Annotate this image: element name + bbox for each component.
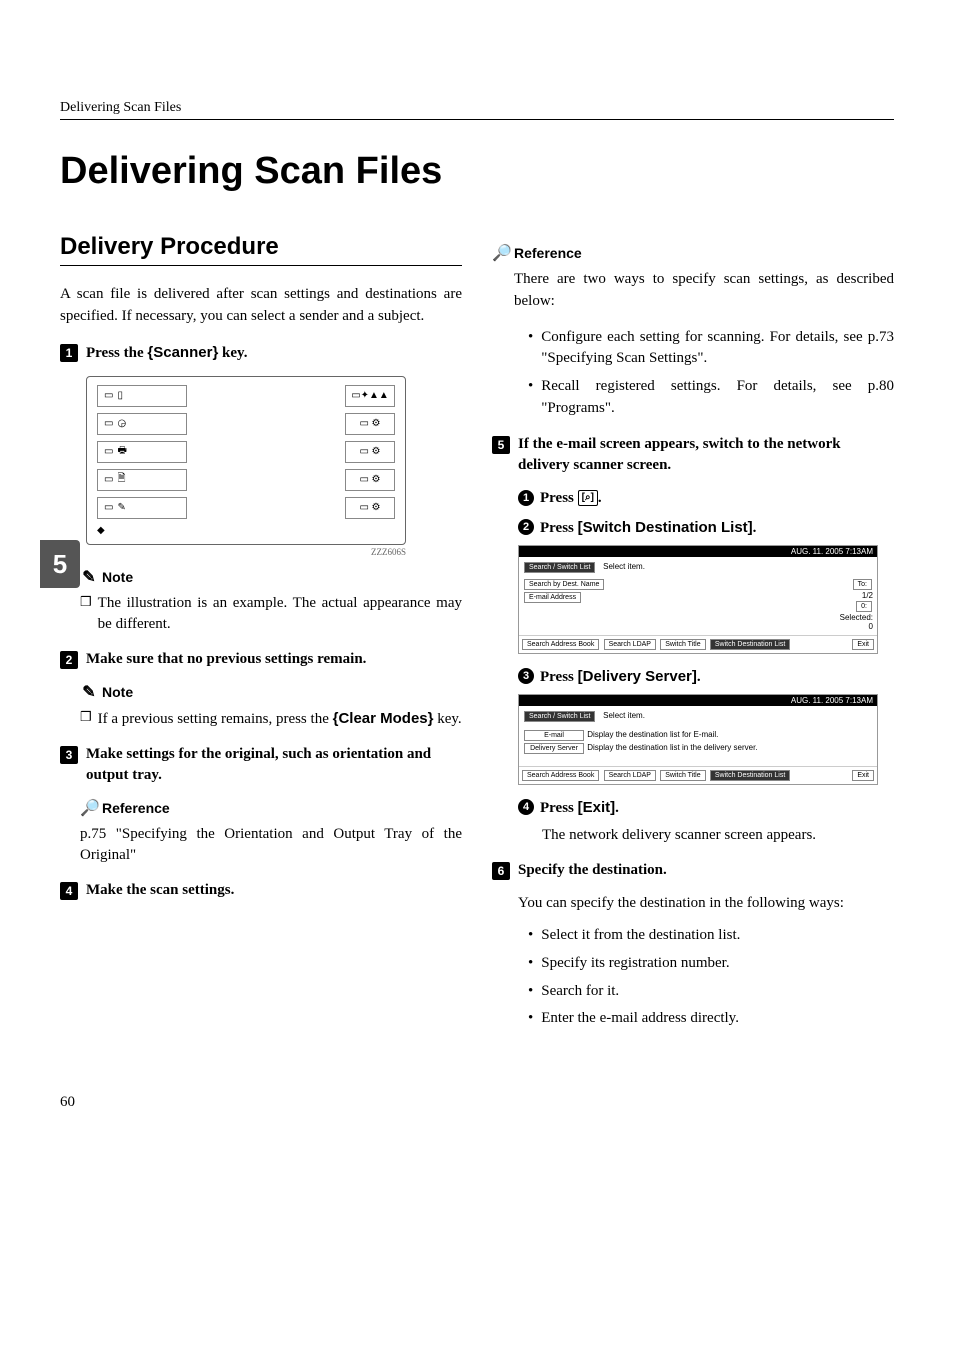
magnifier-icon: 🔎 — [492, 243, 510, 263]
note-heading: ✎ Note — [80, 567, 462, 587]
step-text: If the e-mail screen appears, switch to … — [518, 434, 894, 476]
step-5: 5 If the e-mail screen appears, switch t… — [492, 434, 894, 476]
substep-result: The network delivery scanner screen appe… — [542, 825, 894, 847]
note-text: ❒ If a previous setting remains, press t… — [80, 708, 462, 730]
step-number: 1 — [60, 344, 78, 362]
reference-intro: There are two ways to specify scan setti… — [514, 269, 894, 313]
list-item: •Recall registered settings. For details… — [528, 376, 894, 420]
step-4: 4 Make the scan settings. — [60, 880, 462, 901]
step-text: Make sure that no previous settings rema… — [86, 649, 462, 670]
step-number: 6 — [492, 862, 510, 880]
step-text: Make the scan settings. — [86, 880, 462, 901]
page-number: 60 — [60, 1094, 894, 1111]
control-panel-illustration: ▭▯▭✦▲▲ ▭◶▭ ⚙ ▭🖶▭ ⚙ ▭🗎▭ ⚙ ▭✎▭ ⚙ ◆ ZZZ606S — [86, 376, 406, 557]
substep-text: Press [Switch Destination List]. — [540, 517, 894, 539]
step-number: 5 — [492, 436, 510, 454]
substep-text: Press [⌕]. — [540, 488, 894, 509]
running-header: Delivering Scan Files — [60, 100, 894, 120]
substep-2: 2 Press [Switch Destination List]. — [518, 517, 894, 539]
illustration-caption: ZZZ606S — [86, 547, 406, 557]
pencil-icon: ✎ — [80, 682, 98, 702]
step-number: 2 — [60, 651, 78, 669]
step-number: 3 — [60, 746, 78, 764]
substep-number: 2 — [518, 519, 534, 535]
screenshot-delivery-server: AUG. 11. 2005 7:13AM Search / Switch Lis… — [518, 694, 878, 785]
reference-heading: 🔎 Reference — [80, 798, 462, 818]
step-text: Press the {Scanner} key. — [86, 342, 462, 364]
substep-number: 3 — [518, 668, 534, 684]
intro-paragraph: A scan file is delivered after scan sett… — [60, 284, 462, 328]
step-2: 2 Make sure that no previous settings re… — [60, 649, 462, 670]
section-heading: Delivery Procedure — [60, 233, 462, 266]
step-1: 1 Press the {Scanner} key. — [60, 342, 462, 364]
screenshot-switch-destination: AUG. 11. 2005 7:13AM Search / Switch Lis… — [518, 545, 878, 654]
substep-number: 1 — [518, 490, 534, 506]
substep-4: 4 Press [Exit]. — [518, 797, 894, 819]
step-text: Make settings for the original, such as … — [86, 744, 462, 786]
step-number: 4 — [60, 882, 78, 900]
substep-number: 4 — [518, 799, 534, 815]
note-heading: ✎ Note — [80, 682, 462, 702]
note-text: ❒The illustration is an example. The act… — [80, 593, 462, 635]
list-item: •Select it from the destination list. — [528, 925, 894, 947]
pencil-icon: ✎ — [80, 567, 98, 587]
magnifier-icon: 🔎 — [80, 798, 98, 818]
step-6: 6 Specify the destination. — [492, 860, 894, 881]
list-item: •Configure each setting for scanning. Fo… — [528, 327, 894, 371]
substep-text: Press [Exit]. — [540, 797, 894, 819]
list-item: •Specify its registration number. — [528, 953, 894, 975]
list-item: •Search for it. — [528, 981, 894, 1003]
list-item: •Enter the e-mail address directly. — [528, 1008, 894, 1030]
step-3: 3 Make settings for the original, such a… — [60, 744, 462, 786]
reference-heading: 🔎 Reference — [492, 243, 894, 263]
page-title: Delivering Scan Files — [60, 150, 894, 193]
chapter-tab: 5 — [40, 540, 80, 588]
substep-3: 3 Press [Delivery Server]. — [518, 666, 894, 688]
search-key-icon: [⌕] — [578, 490, 598, 506]
step-text: Specify the destination. — [518, 860, 894, 881]
substep-1: 1 Press [⌕]. — [518, 488, 894, 509]
reference-text: p.75 "Specifying the Orientation and Out… — [80, 824, 462, 866]
substep-text: Press [Delivery Server]. — [540, 666, 894, 688]
step-6-intro: You can specify the destination in the f… — [518, 893, 894, 915]
